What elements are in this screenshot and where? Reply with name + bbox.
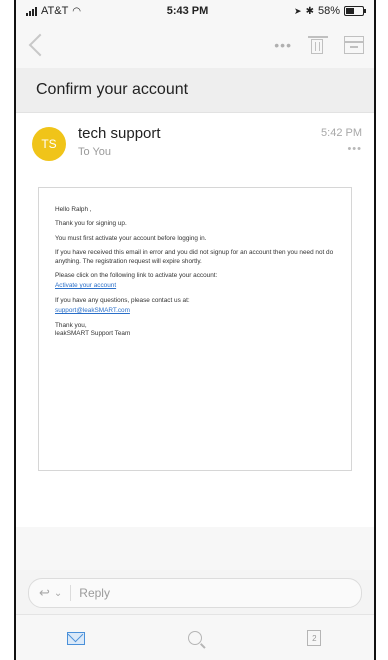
- sender-block: tech support To You: [78, 123, 321, 158]
- reply-divider: [70, 585, 72, 601]
- nav-bar: •••: [16, 22, 374, 68]
- email-greeting: Hello Ralph ,: [55, 206, 92, 213]
- reply-bar[interactable]: ↩ ⌄ Reply: [28, 578, 362, 608]
- email-line-activate: You must first activate your account bef…: [55, 234, 207, 242]
- message-more-icon[interactable]: •••: [321, 143, 362, 155]
- email-signoff: Thank you,: [55, 321, 87, 329]
- sender-name[interactable]: tech support: [78, 125, 321, 142]
- reply-label: Reply: [79, 586, 110, 600]
- sender-avatar[interactable]: TS: [32, 127, 66, 161]
- tab-bar: 2: [16, 614, 374, 660]
- recipient-label: To You: [78, 146, 112, 158]
- email-line-thanks: Thank you for signing up.: [55, 220, 127, 228]
- battery-percent: 58%: [317, 5, 340, 17]
- battery-icon: [343, 6, 366, 16]
- message-header: TS tech support To You 5:42 PM •••: [28, 123, 362, 175]
- status-left: AT&T ◠: [26, 5, 81, 17]
- status-bar: AT&T ◠ 5:43 PM ➤ ✱ 58%: [16, 0, 374, 22]
- tab-mail[interactable]: [56, 623, 96, 653]
- nav-actions: •••: [274, 35, 364, 55]
- calendar-icon: 2: [307, 630, 322, 646]
- mail-icon: [66, 631, 85, 645]
- archive-icon[interactable]: [344, 36, 364, 54]
- email-team: leakSMART Support Team: [55, 330, 131, 338]
- reply-area: ↩ ⌄ Reply: [16, 570, 374, 614]
- bluetooth-icon: ✱: [305, 5, 314, 17]
- email-body: Hello Ralph , Thank you for signing up. …: [38, 187, 352, 471]
- message-view: TS tech support To You 5:42 PM ••• Hello…: [16, 113, 374, 527]
- support-email-link[interactable]: support@leakSMART.com: [55, 307, 130, 314]
- message-time: 5:42 PM: [321, 127, 362, 139]
- email-line-questions: If you have any questions, please contac…: [55, 296, 190, 304]
- trash-icon[interactable]: [308, 35, 328, 55]
- status-time: 5:43 PM: [166, 5, 209, 17]
- status-right: ➤ ✱ 58%: [294, 5, 366, 17]
- tab-search[interactable]: [175, 623, 215, 653]
- back-chevron-icon[interactable]: [28, 33, 52, 57]
- email-line-click: Please click on the following link to ac…: [55, 272, 218, 280]
- chevron-down-icon[interactable]: ⌄: [54, 588, 62, 599]
- activate-account-link[interactable]: Activate your account: [55, 282, 116, 289]
- tab-calendar[interactable]: 2: [294, 623, 334, 653]
- phone-frame: AT&T ◠ 5:43 PM ➤ ✱ 58% ••• Confirm your …: [14, 0, 376, 660]
- carrier-label: AT&T: [41, 5, 69, 17]
- email-line-error: If you have received this email in error…: [55, 249, 334, 265]
- message-meta: 5:42 PM •••: [321, 123, 362, 155]
- wifi-icon: ◠: [72, 5, 82, 17]
- location-icon: ➤: [294, 5, 302, 16]
- signal-icon: [26, 6, 37, 16]
- search-icon: [187, 631, 202, 645]
- email-subject: Confirm your account: [16, 68, 374, 113]
- reply-arrow-icon[interactable]: ↩: [39, 585, 50, 601]
- more-options-icon[interactable]: •••: [274, 37, 292, 53]
